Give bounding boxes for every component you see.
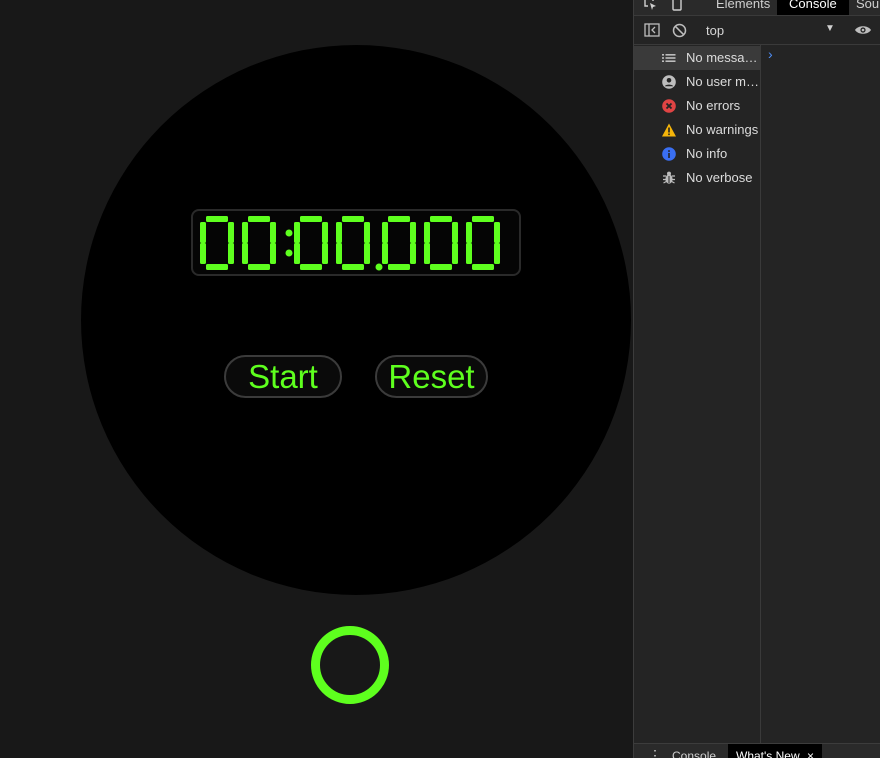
user-icon bbox=[661, 74, 677, 90]
sidebar-item-label: No info bbox=[686, 146, 728, 161]
warning-icon bbox=[661, 122, 677, 138]
devtools-panel: Elements Console Sour top ▼ No messages … bbox=[633, 0, 880, 758]
list-icon bbox=[661, 50, 677, 66]
device-toolbar-icon[interactable] bbox=[670, 0, 684, 14]
sidebar-item-label: No messages bbox=[686, 50, 760, 65]
devtools-tab-bar: Elements Console Sour bbox=[634, 0, 880, 15]
time-decimal-point bbox=[375, 263, 383, 271]
start-button[interactable]: Start bbox=[224, 355, 342, 398]
bug-icon bbox=[661, 170, 677, 186]
time-display bbox=[191, 209, 521, 276]
time-digit bbox=[336, 216, 370, 270]
time-colon bbox=[285, 249, 293, 257]
console-prompt-icon[interactable]: › bbox=[768, 46, 773, 62]
sidebar-item-label: No user messages bbox=[686, 74, 760, 89]
sidebar-toggle-icon[interactable] bbox=[644, 23, 660, 40]
tab-elements[interactable]: Elements bbox=[716, 0, 770, 15]
time-digit bbox=[242, 216, 276, 270]
sidebar-item-label: No warnings bbox=[686, 122, 759, 137]
sidebar-item-warnings[interactable]: No warnings bbox=[634, 118, 760, 142]
sidebar-item-errors[interactable]: No errors bbox=[634, 94, 760, 118]
sidebar-item-verbose[interactable]: No verbose bbox=[634, 166, 760, 190]
context-selector[interactable]: top bbox=[706, 23, 724, 38]
live-expression-eye-icon[interactable] bbox=[854, 24, 872, 39]
error-icon bbox=[661, 98, 677, 114]
sidebar-item-messages[interactable]: No messages bbox=[634, 46, 760, 70]
time-digit bbox=[382, 216, 416, 270]
time-digit bbox=[294, 216, 328, 270]
drawer-tab-console[interactable]: Console bbox=[672, 749, 716, 758]
inspect-element-icon[interactable] bbox=[644, 0, 658, 14]
close-icon[interactable]: × bbox=[807, 749, 814, 758]
drawer-tab-bar: ⋮ Console What's New × bbox=[634, 743, 880, 758]
time-digit bbox=[200, 216, 234, 270]
sidebar-item-user-messages[interactable]: No user messages bbox=[634, 70, 760, 94]
status-ring-icon bbox=[311, 626, 389, 704]
stopwatch-dial bbox=[81, 45, 631, 595]
info-icon bbox=[661, 146, 677, 162]
sidebar-item-label: No errors bbox=[686, 98, 741, 113]
time-digit bbox=[424, 216, 458, 270]
clear-console-icon[interactable] bbox=[672, 23, 687, 41]
tab-sources[interactable]: Sour bbox=[856, 0, 880, 15]
time-digits bbox=[200, 216, 500, 271]
sidebar-item-label: No verbose bbox=[686, 170, 753, 185]
reset-button[interactable]: Reset bbox=[375, 355, 488, 398]
stopwatch-page: Start Reset bbox=[0, 0, 633, 758]
context-dropdown-icon[interactable]: ▼ bbox=[825, 23, 835, 34]
drawer-tab-whats-new[interactable]: What's New × bbox=[728, 744, 822, 758]
tab-console[interactable]: Console bbox=[777, 0, 849, 15]
console-sidebar: No messages No user messages No errors N… bbox=[634, 45, 761, 743]
time-digit bbox=[466, 216, 500, 270]
time-colon bbox=[285, 229, 293, 237]
sidebar-item-info[interactable]: No info bbox=[634, 142, 760, 166]
drawer-menu-icon[interactable]: ⋮ bbox=[648, 747, 662, 758]
drawer-tab-label: What's New bbox=[736, 749, 800, 758]
console-toolbar: top ▼ bbox=[634, 15, 880, 45]
